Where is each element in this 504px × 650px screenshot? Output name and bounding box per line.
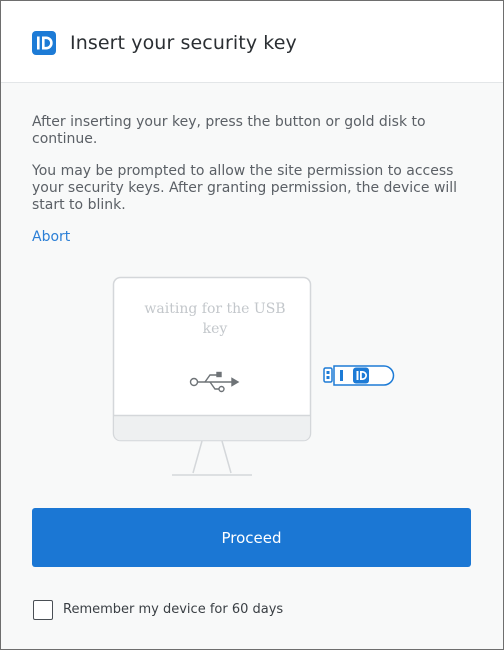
abort-link[interactable]: Abort: [32, 229, 70, 245]
proceed-button[interactable]: Proceed: [32, 508, 471, 567]
proceed-button-label: Proceed: [221, 528, 282, 547]
page-title: Insert your security key: [70, 32, 297, 54]
dialog-header: Insert your security key: [1, 1, 503, 83]
insert-instruction-text: After inserting your key, press the butt…: [32, 114, 426, 147]
remember-device-label[interactable]: Remember my device for 60 days: [63, 602, 283, 617]
id-logo-icon: [32, 31, 56, 55]
remember-device-checkbox[interactable]: [33, 600, 53, 620]
permission-instruction-text: You may be prompted to allow the site pe…: [32, 163, 458, 213]
waiting-status-text: waiting for the USB key: [144, 301, 286, 337]
security-key-dialog: Insert your security key After inserting…: [0, 0, 504, 650]
usb-key-icon: [323, 365, 395, 386]
